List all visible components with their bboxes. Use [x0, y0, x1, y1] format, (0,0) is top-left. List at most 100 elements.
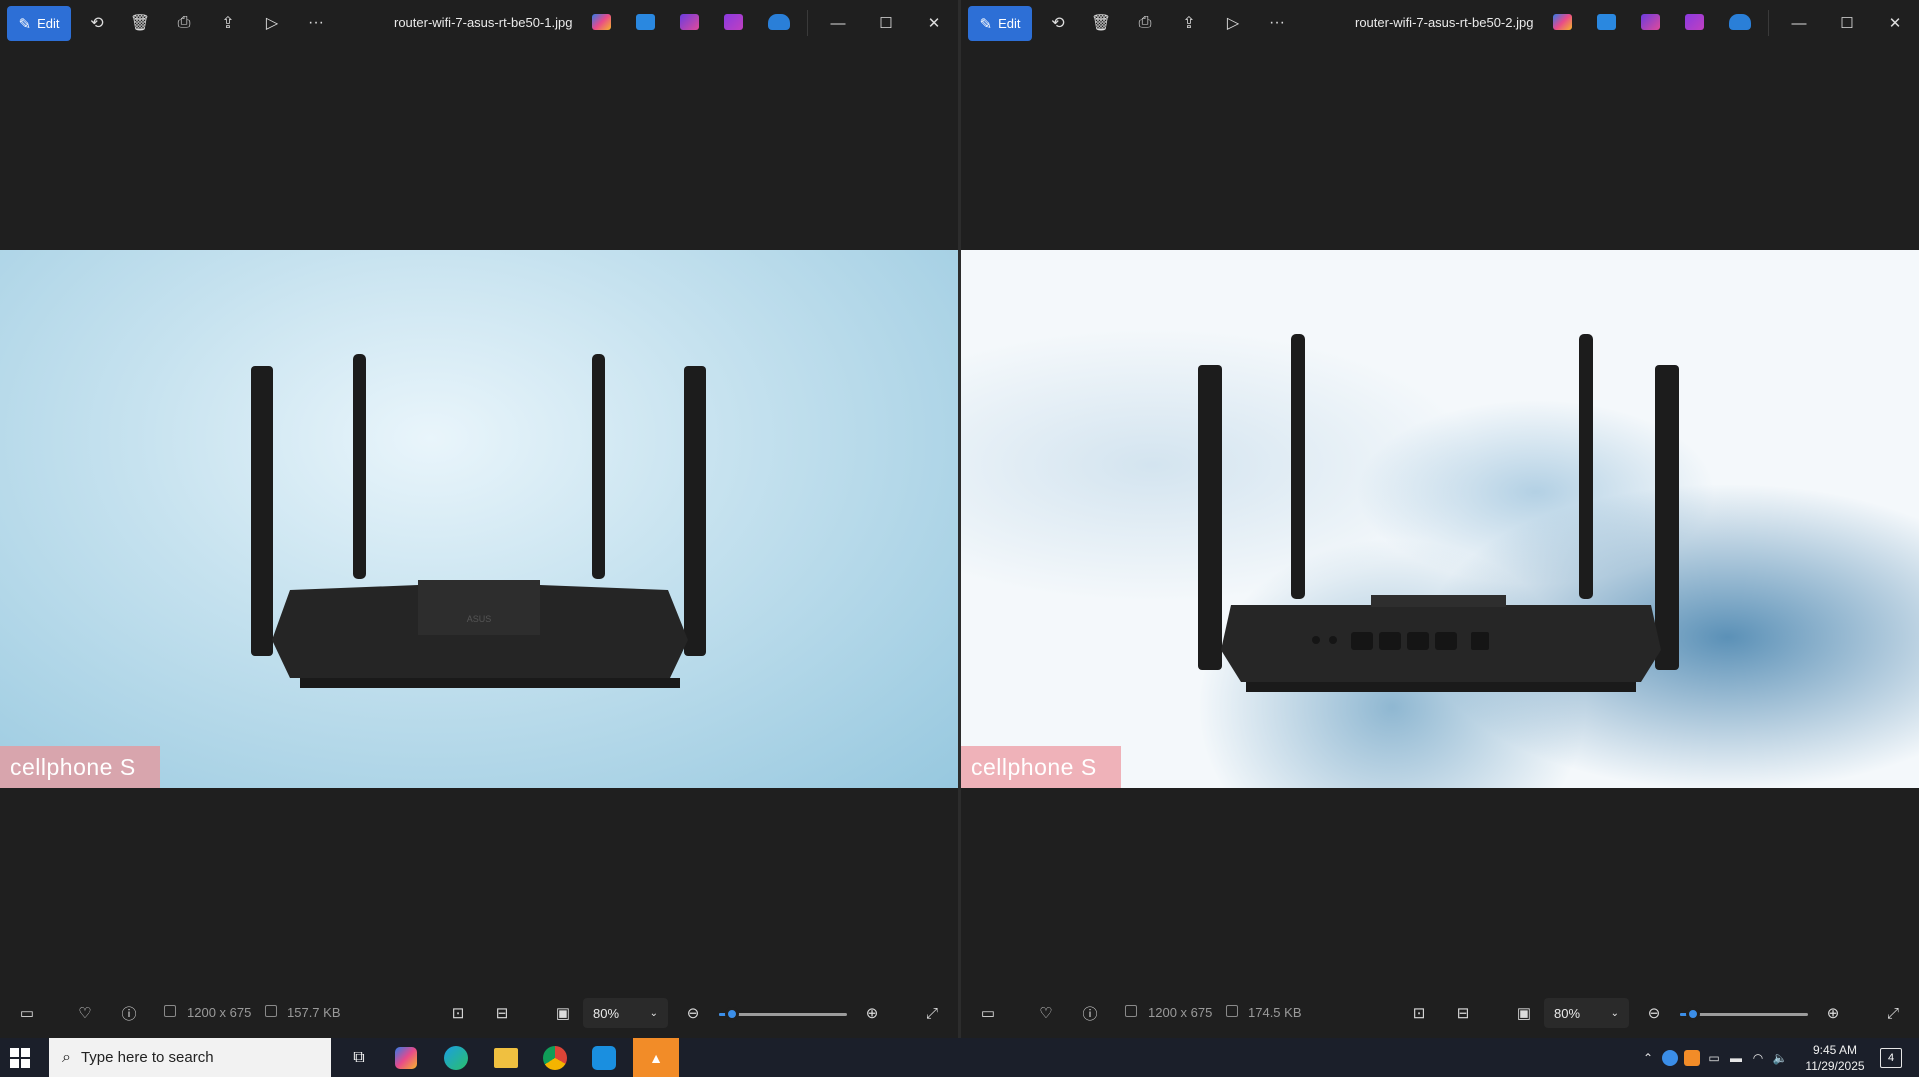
- more-button[interactable]: ···: [303, 10, 329, 36]
- actual-size-button[interactable]: ▣: [552, 1002, 574, 1024]
- copilot-taskbar-icon[interactable]: [395, 1047, 417, 1069]
- zoom-in-button[interactable]: ⊕: [1822, 1002, 1844, 1024]
- wifi-icon[interactable]: ◠: [1750, 1050, 1766, 1066]
- text-scan-icon: ⊟: [495, 1005, 509, 1022]
- maximize-button[interactable]: ☐: [1836, 12, 1858, 34]
- zoom-out-button[interactable]: ⊖: [1643, 1002, 1665, 1024]
- clipchamp-icon[interactable]: [680, 14, 699, 30]
- edit-label: Edit: [37, 16, 60, 31]
- copilot-icon[interactable]: [1553, 14, 1572, 30]
- zoom-dropdown[interactable]: 80% ⌄: [583, 998, 668, 1028]
- heart-icon: ♡: [1039, 1005, 1053, 1022]
- print-button[interactable]: ⎙: [171, 10, 197, 36]
- onedrive-icon[interactable]: [1729, 14, 1751, 30]
- share-button[interactable]: ⇪: [215, 10, 241, 36]
- actual-size-button[interactable]: ▣: [1513, 1002, 1535, 1024]
- show-hidden-icons-button[interactable]: ⌃: [1640, 1050, 1656, 1066]
- zoom-slider[interactable]: [719, 1007, 847, 1021]
- taskbar: ⌕ Type here to search ⧉ ▲ ⌃ ▭ ▬ ◠ 🔈 9:45…: [0, 1038, 1919, 1077]
- close-button[interactable]: ✕: [923, 12, 945, 34]
- designer-icon[interactable]: [1597, 14, 1616, 30]
- tray-app-icon[interactable]: [1684, 1050, 1700, 1066]
- minimize-button[interactable]: —: [1788, 12, 1810, 34]
- task-view-icon: ⧉: [353, 1049, 365, 1066]
- filesize-icon: [265, 1005, 277, 1017]
- rotate-button[interactable]: ⟲: [84, 10, 110, 36]
- heart-icon: ♡: [78, 1005, 92, 1022]
- share-button[interactable]: ⇪: [1176, 10, 1202, 36]
- trash-icon: 🗑: [129, 15, 151, 32]
- favorite-button[interactable]: ♡: [74, 1002, 96, 1024]
- edit-button[interactable]: ✎ Edit: [968, 6, 1032, 41]
- photos-window-right: ✎ Edit ⟲ 🗑 ⎙ ⇪ ▷ ··· router-wifi-7-asus-…: [961, 0, 1919, 1038]
- favorite-button[interactable]: ♡: [1035, 1002, 1057, 1024]
- clipchamp-icon[interactable]: [1641, 14, 1660, 30]
- watermark-logo: cellphone S: [0, 746, 160, 788]
- clock-date: 11/29/2025: [1805, 1059, 1865, 1073]
- visual-search-icon: ⊡: [1412, 1005, 1426, 1022]
- zoom-dropdown[interactable]: 80% ⌄: [1544, 998, 1629, 1028]
- watermark-logo: cellphone S: [961, 746, 1121, 788]
- notification-center-button[interactable]: 4: [1880, 1048, 1902, 1068]
- chevron-down-icon: ⌄: [649, 1007, 658, 1019]
- video-editor-icon[interactable]: [1685, 14, 1704, 30]
- zoom-slider-thumb[interactable]: [1685, 1007, 1700, 1021]
- photos-taskbar-button[interactable]: ▲: [633, 1038, 679, 1077]
- volume-icon[interactable]: 🔈: [1772, 1050, 1788, 1066]
- zoom-in-button[interactable]: ⊕: [861, 1002, 883, 1024]
- router-back-image: [1198, 334, 1679, 692]
- delete-button[interactable]: 🗑: [1088, 10, 1114, 36]
- slideshow-icon: ▷: [265, 15, 279, 32]
- edge-icon[interactable]: [444, 1046, 468, 1070]
- slideshow-button[interactable]: ▷: [259, 10, 285, 36]
- ocr-button[interactable]: ⊟: [1452, 1002, 1474, 1024]
- maximize-icon: ☐: [1840, 15, 1854, 32]
- info-button[interactable]: ⓘ: [1079, 1002, 1101, 1024]
- minimize-button[interactable]: —: [827, 12, 849, 34]
- file-name: router-wifi-7-asus-rt-be50-1.jpg: [394, 15, 573, 30]
- text-scan-icon: ⊟: [1456, 1005, 1470, 1022]
- taskbar-clock[interactable]: 9:45 AM 11/29/2025: [1800, 1042, 1870, 1074]
- video-editor-icon[interactable]: [724, 14, 743, 30]
- zoom-in-icon: ⊕: [865, 1005, 879, 1022]
- router-front-image: ASUS: [251, 354, 706, 688]
- filmstrip-button[interactable]: ▭: [16, 1002, 38, 1024]
- bottom-bar: ▭ ♡ ⓘ 1200 x 675 174.5 KB ⊡ ⊟ ▣ 80% ⌄ ⊖ …: [961, 988, 1919, 1038]
- onedrive-icon[interactable]: [768, 14, 790, 30]
- copilot-icon[interactable]: [592, 14, 611, 30]
- edit-button[interactable]: ✎ Edit: [7, 6, 71, 41]
- share-icon: ⇪: [221, 15, 235, 32]
- zoom-slider[interactable]: [1680, 1007, 1808, 1021]
- info-icon: ⓘ: [121, 1005, 137, 1023]
- zoom-slider-thumb[interactable]: [724, 1007, 739, 1021]
- close-button[interactable]: ✕: [1884, 12, 1906, 34]
- photo-canvas[interactable]: cellphone S: [961, 250, 1919, 788]
- chrome-icon[interactable]: [543, 1046, 567, 1070]
- ocr-button[interactable]: ⊟: [491, 1002, 513, 1024]
- visual-search-button[interactable]: ⊡: [1408, 1002, 1430, 1024]
- tray-app-icon[interactable]: [1662, 1050, 1678, 1066]
- designer-icon[interactable]: [636, 14, 655, 30]
- photo-canvas[interactable]: ASUS cellphone S: [0, 250, 958, 788]
- taskbar-search[interactable]: ⌕ Type here to search: [49, 1038, 331, 1077]
- visual-search-button[interactable]: ⊡: [447, 1002, 469, 1024]
- battery-icon[interactable]: ▬: [1728, 1050, 1744, 1066]
- fullscreen-button[interactable]: ⤢: [921, 1002, 943, 1024]
- image-dimensions: 1200 x 675: [187, 1005, 252, 1020]
- fit-icon: ▣: [555, 1005, 571, 1022]
- print-button[interactable]: ⎙: [1132, 10, 1158, 36]
- slideshow-button[interactable]: ▷: [1220, 10, 1246, 36]
- filmstrip-button[interactable]: ▭: [977, 1002, 999, 1024]
- rotate-button[interactable]: ⟲: [1045, 10, 1071, 36]
- file-explorer-icon[interactable]: [494, 1048, 518, 1068]
- zoom-out-button[interactable]: ⊖: [682, 1002, 704, 1024]
- meet-now-icon[interactable]: ▭: [1706, 1050, 1722, 1066]
- teams-icon[interactable]: [592, 1046, 616, 1070]
- more-button[interactable]: ···: [1264, 10, 1290, 36]
- windows-start-icon[interactable]: [10, 1048, 30, 1068]
- fullscreen-button[interactable]: ⤢: [1882, 1002, 1904, 1024]
- delete-button[interactable]: 🗑: [127, 10, 153, 36]
- task-view-button[interactable]: ⧉: [345, 1044, 373, 1072]
- maximize-button[interactable]: ☐: [875, 12, 897, 34]
- info-button[interactable]: ⓘ: [118, 1002, 140, 1024]
